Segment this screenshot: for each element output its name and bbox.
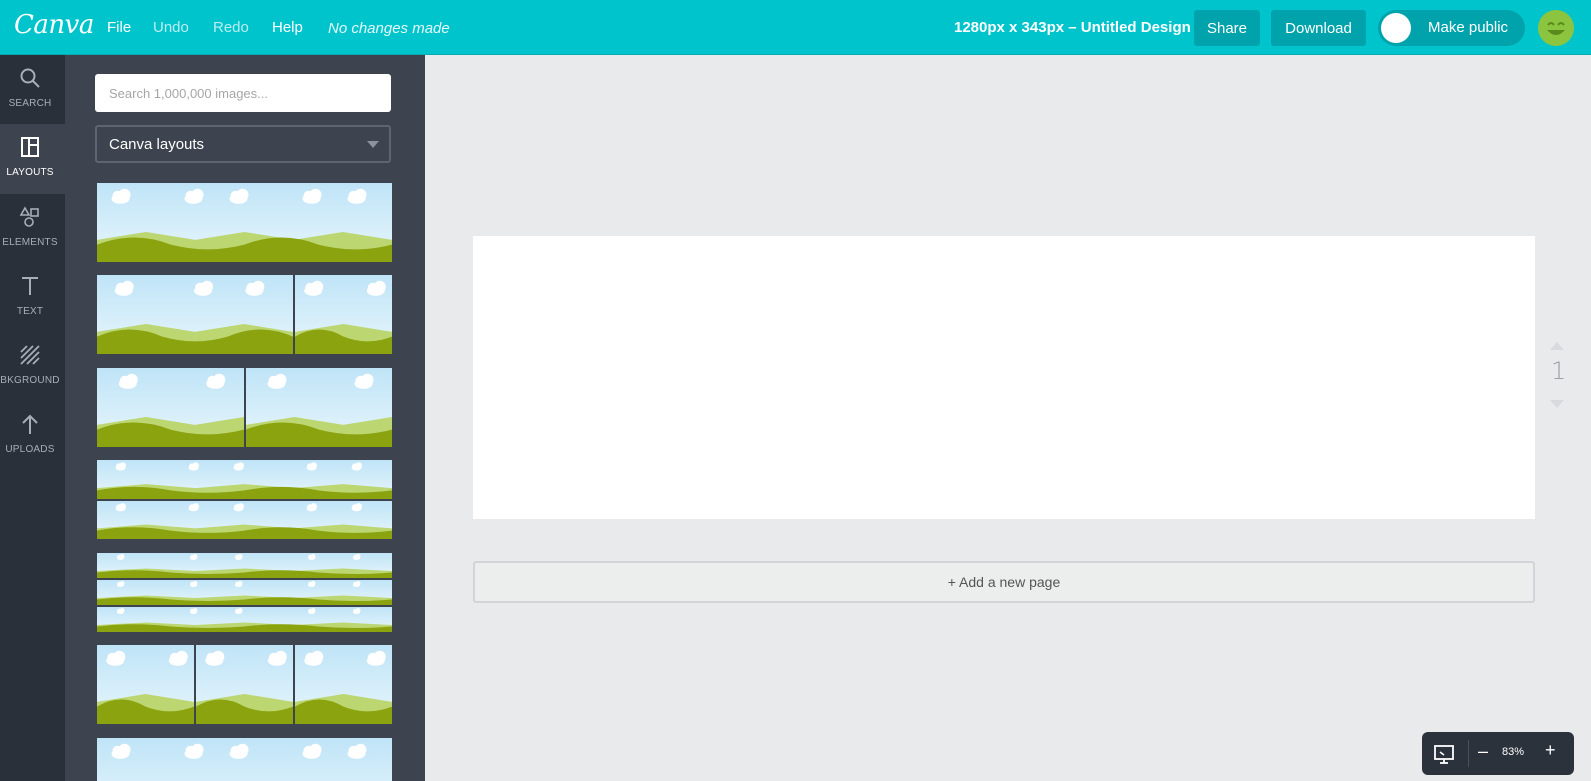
page-number: 1	[1551, 357, 1567, 385]
avatar[interactable]	[1538, 10, 1574, 46]
sidebar-item-uploads[interactable]: UPLOADS	[0, 401, 65, 471]
zoom-bar: – 83% +	[1422, 732, 1574, 775]
text-icon	[22, 277, 38, 295]
menu-file[interactable]: File	[107, 19, 131, 36]
zoom-level: 83%	[1502, 746, 1525, 758]
sidebar-item-label: LAYOUTS	[6, 167, 54, 178]
sidebar-item-label: ELEMENTS	[2, 237, 58, 248]
design-page[interactable]	[473, 236, 1535, 519]
sidebar-item-label: UPLOADS	[5, 444, 55, 455]
sidebar-item-search[interactable]: SEARCH	[0, 55, 65, 125]
menu-redo[interactable]: Redo	[213, 19, 249, 36]
search-icon	[20, 68, 40, 88]
layout-thumbnail[interactable]	[97, 553, 392, 632]
image-search-input[interactable]	[95, 74, 391, 112]
menu-help[interactable]: Help	[272, 19, 303, 36]
layout-thumbnail[interactable]	[97, 275, 392, 354]
top-bar: Canva File Undo Redo Help No changes mad…	[0, 0, 1591, 55]
chevron-down-icon	[367, 141, 379, 148]
dropdown-value: Canva layouts	[109, 136, 205, 153]
background-icon	[20, 345, 40, 365]
zoom-in-button[interactable]: +	[1545, 740, 1556, 761]
present-icon[interactable]	[1432, 742, 1456, 766]
sidebar-nav: SEARCH LAYOUTS ELEMENTS TEXT BKGROUND UP…	[0, 55, 65, 781]
layouts-icon	[21, 137, 39, 157]
sidebar-item-label: SEARCH	[8, 98, 52, 109]
elements-icon	[19, 206, 39, 227]
zoom-divider	[1468, 740, 1469, 767]
page-up-arrow-icon[interactable]	[1550, 342, 1564, 350]
layouts-dropdown[interactable]: Canva layouts	[95, 125, 391, 163]
smiley-avatar-icon	[1538, 10, 1574, 46]
toggle-knob	[1381, 13, 1411, 43]
uploads-icon	[22, 414, 38, 434]
layout-thumbnail[interactable]	[97, 183, 392, 262]
sidebar-item-label: TEXT	[16, 306, 44, 317]
canva-logo[interactable]: Canva	[14, 10, 94, 40]
sidebar-item-background[interactable]: BKGROUND	[0, 332, 65, 402]
download-button[interactable]: Download	[1271, 10, 1366, 46]
design-title[interactable]: 1280px x 343px – Untitled Design	[954, 19, 1191, 36]
share-button[interactable]: Share	[1194, 10, 1260, 46]
make-public-label: Make public	[1428, 19, 1509, 36]
layout-thumbnail[interactable]	[97, 460, 392, 539]
sidebar-item-layouts[interactable]: LAYOUTS	[0, 124, 65, 194]
make-public-toggle[interactable]: Make public	[1378, 10, 1525, 46]
add-page-button[interactable]: + Add a new page	[473, 561, 1535, 603]
sidebar-item-elements[interactable]: ELEMENTS	[0, 194, 65, 264]
sidebar-item-label: BKGROUND	[0, 375, 60, 386]
layout-thumbnail[interactable]	[97, 368, 392, 447]
canvas-area: + Add a new page 1	[425, 55, 1591, 781]
layout-thumbnail[interactable]	[97, 645, 392, 724]
layouts-panel: Canva layouts	[65, 55, 425, 781]
save-status: No changes made	[328, 20, 450, 37]
layout-thumbnail[interactable]	[97, 738, 392, 781]
page-down-arrow-icon[interactable]	[1550, 400, 1564, 408]
zoom-out-button[interactable]: –	[1478, 741, 1488, 762]
sidebar-item-text[interactable]: TEXT	[0, 263, 65, 333]
menu-undo[interactable]: Undo	[153, 19, 189, 36]
